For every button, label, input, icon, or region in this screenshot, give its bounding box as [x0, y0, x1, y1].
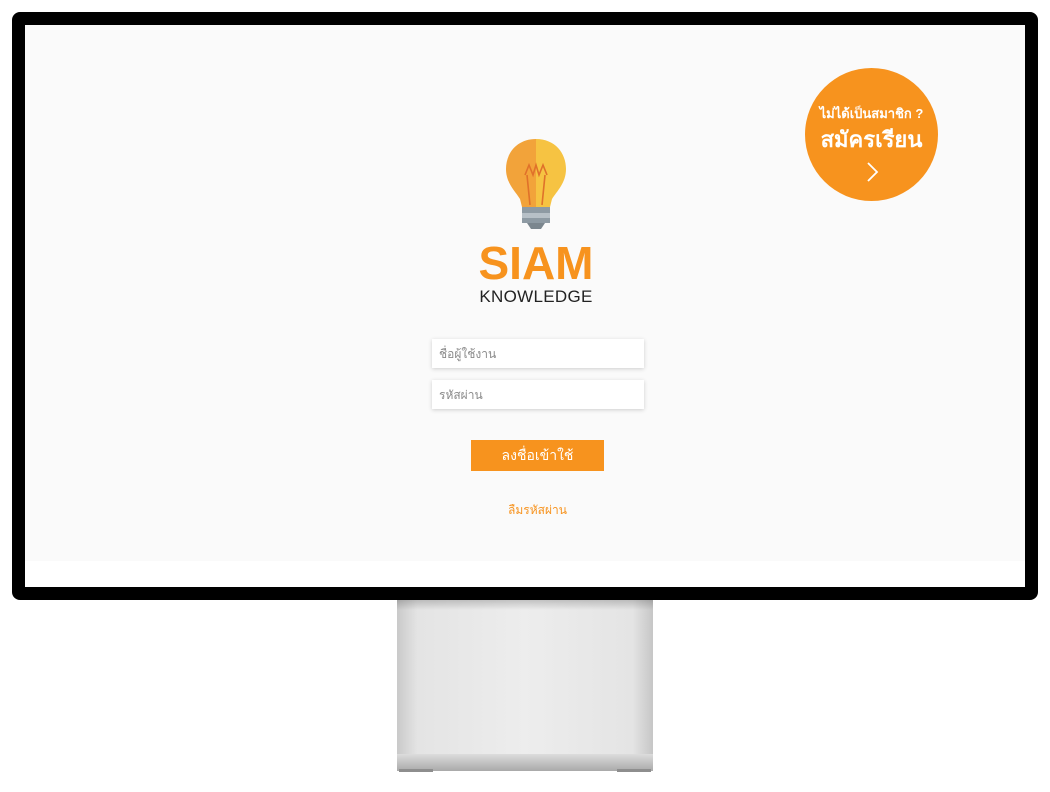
- lightbulb-icon: [506, 139, 566, 229]
- register-label: สมัครเรียน: [820, 127, 923, 152]
- register-question: ไม่ได้เป็นสมาชิก ?: [819, 106, 924, 121]
- username-input[interactable]: [432, 339, 644, 368]
- forgot-password-link[interactable]: ลืมรหัสผ่าน: [471, 501, 604, 520]
- login-screen: ไม่ได้เป็นสมาชิก ? สมัครเรียน SIAM KNOWL…: [25, 25, 1025, 587]
- monitor-stand: [397, 600, 653, 771]
- brand-name: SIAM: [478, 237, 594, 289]
- stand-foot-left: [399, 769, 433, 772]
- login-button[interactable]: ลงชื่อเข้าใช้: [471, 440, 604, 471]
- register-button[interactable]: ไม่ได้เป็นสมาชิก ? สมัครเรียน: [805, 68, 938, 201]
- chevron-right-icon: [867, 162, 879, 182]
- screen-bottom-strip: [25, 561, 1025, 587]
- monitor-bezel: ไม่ได้เป็นสมาชิก ? สมัครเรียน SIAM KNOWL…: [12, 12, 1038, 600]
- stand-foot-right: [617, 769, 651, 772]
- brand-subtitle: KNOWLEDGE: [479, 287, 593, 306]
- stand-shadow: [397, 600, 653, 610]
- password-input[interactable]: [432, 380, 644, 409]
- stand-base: [397, 754, 653, 771]
